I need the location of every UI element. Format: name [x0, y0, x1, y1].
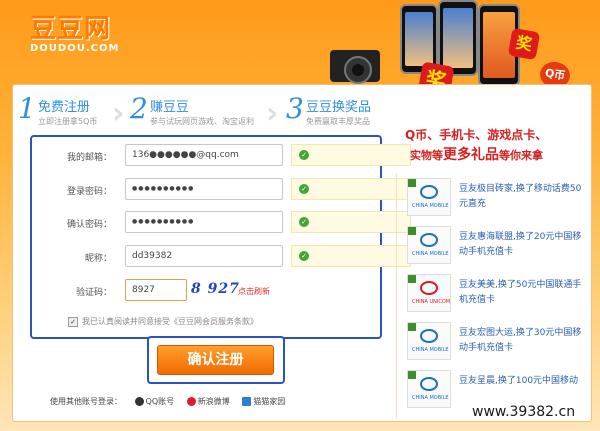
logo-text: CHINA UNICOM	[412, 299, 451, 305]
agree-checkbox[interactable]: ✓	[68, 316, 78, 327]
list-item[interactable]: CHINA UNICOM 豆友美美,换了50元中国联通手机充值卡	[407, 272, 587, 316]
weibo-icon	[186, 397, 196, 406]
step-title: 免费注册	[38, 100, 91, 115]
weibo-login[interactable]: 新浪微博	[186, 396, 230, 407]
mm-label: 猫猫家园	[253, 397, 286, 406]
step-title: 豆豆换奖品	[306, 100, 372, 115]
logo-text: CHINA MOBILE	[412, 347, 449, 353]
email-row: 我的邮箱： 136●●●●●●@qq.com ✓	[32, 144, 411, 168]
password-field[interactable]: ●●●●●●●●●●	[125, 178, 283, 200]
slogan-part: 等你来拿	[499, 149, 543, 162]
refresh-captcha-link[interactable]: 点击刷新	[238, 286, 270, 297]
captcha-image[interactable]: 8 927	[191, 281, 240, 297]
step-number: 3	[286, 92, 304, 125]
mm-icon	[242, 397, 252, 406]
check-icon: ✓	[299, 184, 309, 194]
winner-text[interactable]: 豆友呈晨,换了100元中国移动	[459, 374, 587, 389]
china-unicom-logo: CHINA UNICOM	[407, 274, 451, 312]
mm-login[interactable]: 猫猫家园	[242, 396, 285, 407]
chevron-right-icon: ›	[266, 96, 279, 131]
confirm-password-field[interactable]: ●●●●●●●●●●	[125, 211, 283, 233]
winner-text[interactable]: 豆友宏图大运,换了30元中国移动手机充值卡	[459, 326, 587, 356]
qq-icon	[134, 397, 144, 406]
china-mobile-logo: CHINA MOBILE	[407, 322, 451, 360]
qq-label: QQ账号	[145, 397, 175, 406]
promo-slogan-2: 实物等更多礼品等你来拿	[410, 144, 543, 164]
confirm-password-row: 确认密码： ●●●●●●●●●● ✓	[32, 211, 411, 235]
list-item[interactable]: CHINA MOBILE 豆友宏图大运,换了30元中国移动手机充值卡	[407, 320, 587, 364]
captcha-field[interactable]: 8927	[125, 279, 187, 301]
site-logo[interactable]: 豆豆网 DOUDOU.COM	[30, 8, 119, 54]
qq-login[interactable]: QQ账号	[134, 396, 175, 407]
check-icon: ✓	[299, 217, 309, 227]
email-label: 我的邮箱：	[66, 153, 112, 163]
password-row: 登录密码： ●●●●●●●●●● ✓	[32, 178, 411, 202]
validation-ok: ✓	[291, 211, 411, 233]
winner-text[interactable]: 豆友极目砖家,换了移动话费50元直充	[459, 182, 587, 212]
step-title: 赚豆豆	[150, 100, 190, 115]
password-label: 登录密码：	[66, 187, 112, 197]
slogan-part: 实物等	[410, 149, 443, 162]
prize-badge: 奖	[507, 27, 541, 61]
list-item[interactable]: CHINA MOBILE 豆友极目砖家,换了移动话费50元直充	[407, 176, 587, 220]
slogan-part: 更多礼品	[443, 147, 499, 163]
winner-text[interactable]: 豆友惠海联盟,换了20元中国移动手机充值卡	[459, 230, 587, 260]
nickname-field[interactable]: dd39382	[125, 245, 283, 267]
step-desc: 参与试玩网页游戏、淘宝返利	[150, 117, 254, 126]
submit-highlight: 确认注册	[147, 336, 285, 384]
captcha-row: 验证码： 8927 8 927 点击刷新	[32, 279, 380, 303]
oauth-login: 使用其他账号登录： QQ账号 新浪微博 猫猫家园	[50, 396, 295, 407]
submit-register-button[interactable]: 确认注册	[157, 345, 274, 375]
check-icon: ✓	[299, 150, 309, 160]
email-field[interactable]: 136●●●●●●@qq.com	[125, 144, 283, 166]
step-number: 2	[130, 92, 148, 125]
logo-text: CHINA MOBILE	[412, 203, 449, 209]
registration-form: 我的邮箱： 136●●●●●●@qq.com ✓ 登录密码： ●●●●●●●●●…	[30, 135, 411, 339]
validation-ok: ✓	[291, 144, 411, 166]
confirm-password-label: 确认密码：	[66, 220, 112, 230]
china-mobile-logo: CHINA MOBILE	[407, 226, 451, 264]
winners-list: CHINA MOBILE 豆友极目砖家,换了移动话费50元直充 CHINA MO…	[396, 174, 587, 418]
validation-ok: ✓	[291, 178, 411, 200]
weibo-label: 新浪微博	[197, 397, 230, 406]
oauth-label: 使用其他账号登录：	[50, 397, 122, 406]
china-mobile-logo: CHINA MOBILE	[407, 178, 451, 216]
logo-text: CHINA MOBILE	[412, 251, 449, 257]
step-number: 1	[18, 92, 36, 125]
signup-steps: 1 免费注册 立即注册拿5Q币 › 2 赚豆豆 参与试玩网页游戏、淘宝返利 › …	[18, 92, 390, 132]
chevron-right-icon: ›	[112, 96, 125, 131]
terms-text: 我已认真阅读并同意接受《豆豆网会员服务条款》	[82, 317, 258, 326]
step-desc: 立即注册拿5Q币	[38, 117, 98, 126]
logo-en: DOUDOU.COM	[30, 43, 120, 54]
china-mobile-logo: CHINA MOBILE	[407, 370, 451, 408]
step-desc: 免费赢取丰厚奖品	[306, 117, 370, 126]
nickname-row: 昵称： dd39382 ✓	[32, 245, 411, 269]
terms-agreement[interactable]: ✓ 我已认真阅读并同意接受《豆豆网会员服务条款》	[68, 316, 258, 327]
logo-text: CHINA MOBILE	[412, 395, 449, 401]
winner-text[interactable]: 豆友美美,换了50元中国联通手机充值卡	[459, 278, 587, 308]
promo-slogan-1: Q币、手机卡、游戏点卡、	[405, 128, 548, 142]
nickname-label: 昵称：	[84, 254, 112, 264]
logo-cn: 豆豆网	[30, 14, 112, 44]
validation-ok: ✓	[291, 245, 411, 267]
watermark: www.39382.cn	[472, 404, 576, 420]
list-item[interactable]: CHINA MOBILE 豆友惠海联盟,换了20元中国移动手机充值卡	[407, 224, 587, 268]
captcha-label: 验证码：	[75, 288, 112, 298]
check-icon: ✓	[299, 251, 309, 261]
